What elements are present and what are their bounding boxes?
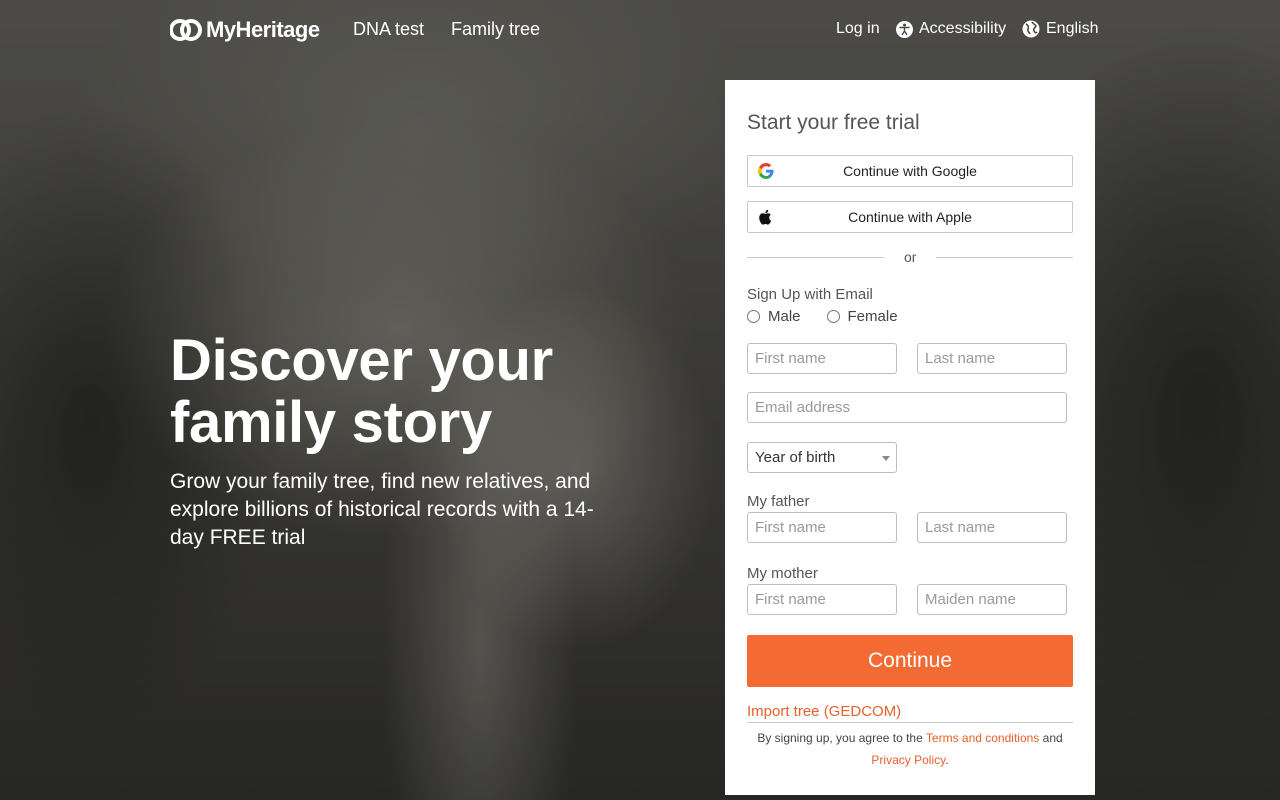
nav-language-selector[interactable]: English — [1022, 20, 1098, 38]
signup-title: Start your free trial — [747, 111, 920, 134]
signup-panel: Start your free trial Continue with Goog… — [725, 80, 1095, 795]
nav-dna-test[interactable]: DNA test — [353, 19, 424, 40]
login-label: Log in — [836, 20, 880, 37]
site-logo[interactable]: MyHeritage — [170, 16, 320, 44]
hero-subtitle: Grow your family tree, find new relative… — [170, 470, 594, 549]
or-divider-right — [936, 257, 1073, 258]
continue-with-google-button[interactable]: Continue with Google — [747, 155, 1073, 187]
google-icon — [758, 163, 774, 179]
gender-female-label: Female — [847, 308, 898, 325]
continue-button[interactable]: Continue — [747, 635, 1073, 687]
nav-family-tree[interactable]: Family tree — [451, 19, 540, 40]
import-gedcom-link[interactable]: Import tree (GEDCOM) — [747, 703, 901, 720]
gender-option-male[interactable]: Male — [747, 308, 801, 325]
mother-first-name-input[interactable] — [747, 584, 897, 615]
father-last-name-input[interactable] — [917, 512, 1067, 543]
last-name-input[interactable] — [917, 343, 1067, 374]
mother-maiden-name-input[interactable] — [917, 584, 1067, 615]
gender-male-label: Male — [768, 308, 801, 325]
hero-heading-line2: family story — [170, 390, 492, 455]
continue-with-apple-button[interactable]: Continue with Apple — [747, 201, 1073, 233]
myheritage-logo-icon — [170, 19, 202, 41]
father-first-name-input[interactable] — [747, 512, 897, 543]
hero-heading: Discover your family story — [170, 330, 630, 454]
hero-heading-line1: Discover your — [170, 328, 553, 393]
logo-text: MyHeritage — [206, 17, 320, 42]
google-button-label: Continue with Google — [843, 163, 977, 179]
email-address-input[interactable] — [747, 392, 1067, 423]
chevron-down-icon — [882, 456, 890, 461]
radio-male[interactable] — [747, 310, 760, 323]
email-signup-heading: Sign Up with Email — [747, 286, 873, 303]
terms-link[interactable]: Terms and conditions — [926, 731, 1039, 745]
gender-radio-group: Male Female — [747, 308, 924, 325]
nav-accessibility[interactable]: Accessibility — [896, 20, 1006, 38]
first-name-input[interactable] — [747, 343, 897, 374]
accessibility-label: Accessibility — [919, 20, 1007, 37]
legal-suffix: . — [945, 753, 949, 767]
import-divider — [747, 722, 1073, 723]
globe-icon — [1022, 20, 1040, 38]
radio-female[interactable] — [826, 310, 840, 323]
legal-notice: By signing up, you agree to the Terms an… — [747, 727, 1073, 771]
privacy-policy-link[interactable]: Privacy Policy — [871, 753, 945, 767]
legal-and: and — [1042, 731, 1063, 745]
apple-icon — [759, 209, 772, 225]
gender-option-female[interactable]: Female — [826, 308, 898, 325]
year-of-birth-value: Year of birth — [755, 449, 836, 466]
language-label: English — [1046, 20, 1099, 37]
top-navigation: MyHeritage DNA test Family tree Log in A… — [0, 0, 1280, 60]
mother-label: My mother — [747, 565, 818, 582]
or-label: or — [904, 249, 917, 265]
legal-prefix: By signing up, you agree to the — [757, 731, 923, 745]
accessibility-icon — [896, 20, 913, 38]
year-of-birth-select[interactable]: Year of birth — [747, 442, 897, 473]
nav-login[interactable]: Log in — [836, 20, 880, 38]
apple-button-label: Continue with Apple — [848, 209, 972, 225]
or-divider-left — [747, 257, 884, 258]
father-label: My father — [747, 493, 810, 510]
